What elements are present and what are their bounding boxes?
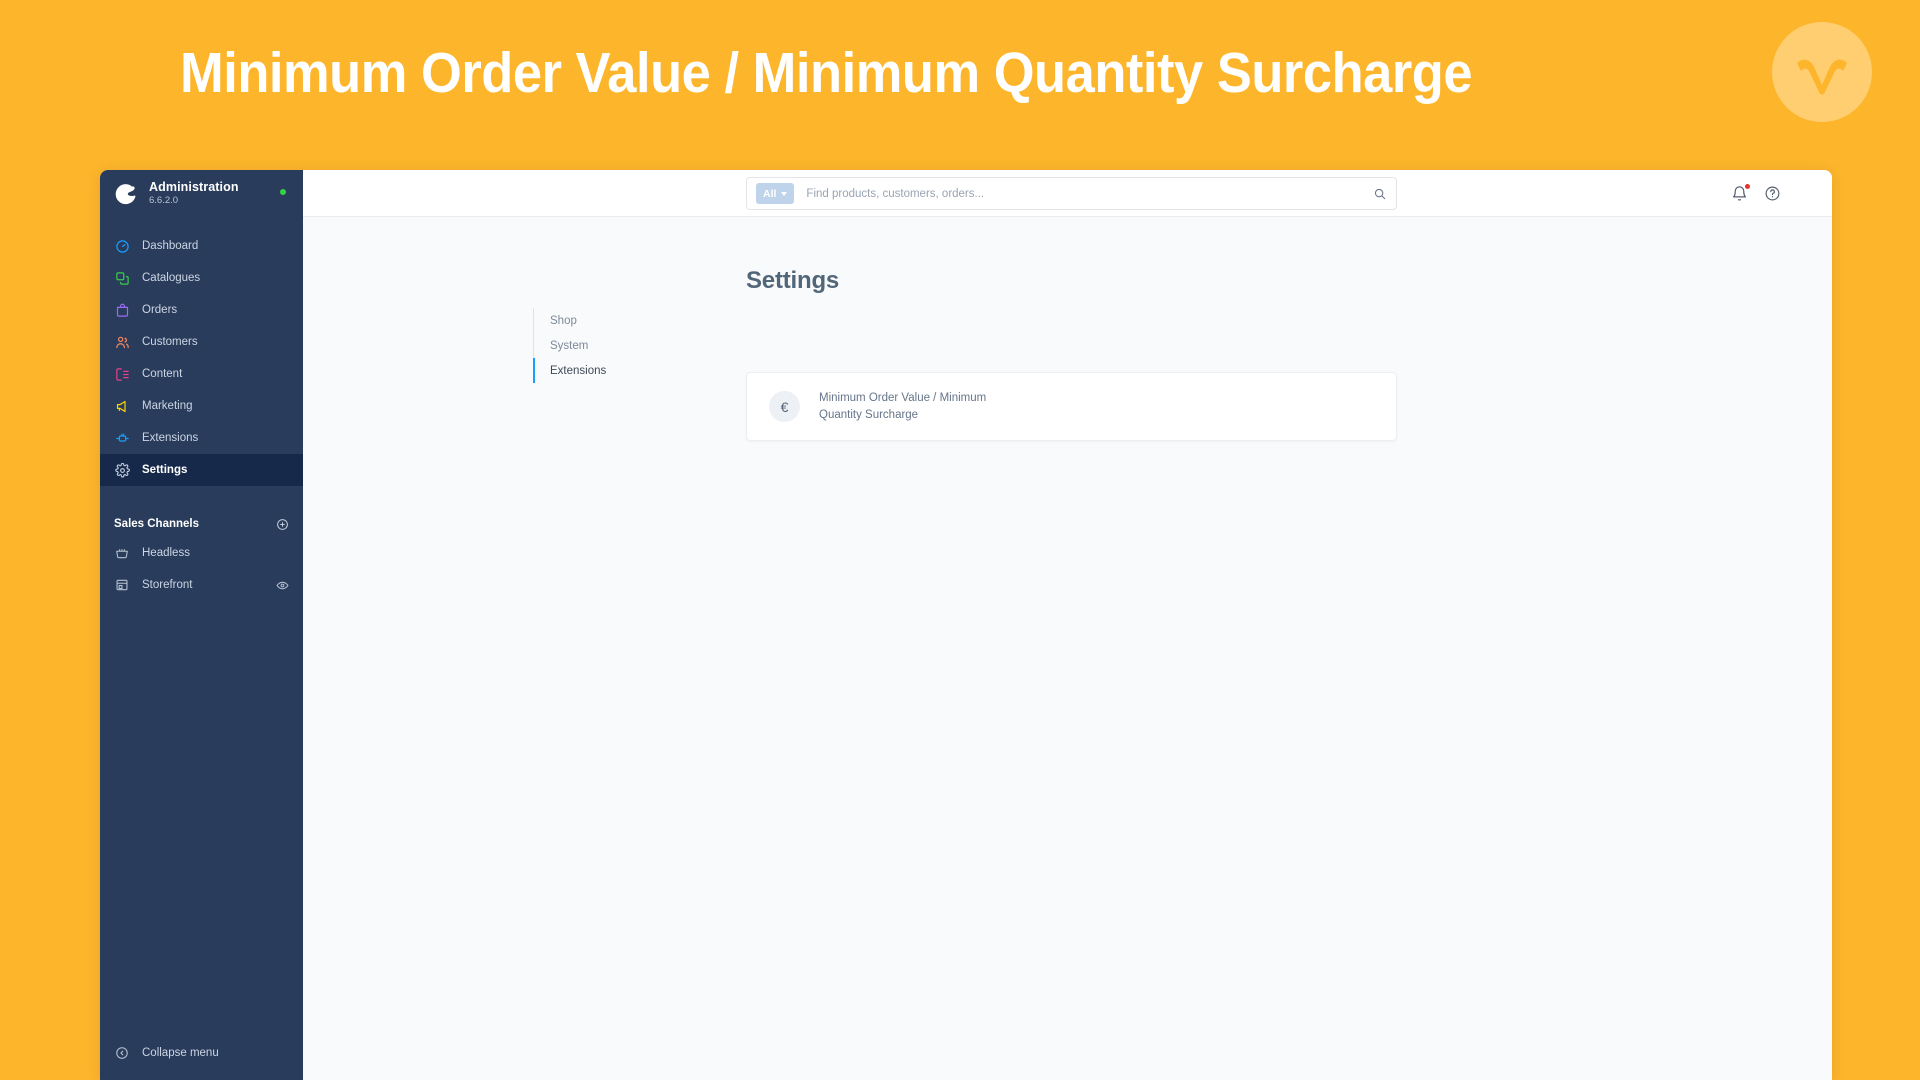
- euro-glyph: €: [780, 398, 789, 415]
- global-search-bar[interactable]: All: [746, 177, 1397, 210]
- sales-channels-heading: Sales Channels: [100, 511, 303, 537]
- banner-title: Minimum Order Value / Minimum Quantity S…: [180, 41, 1473, 105]
- sidebar: Administration 6.6.2.0 Dashboard Catalog…: [100, 170, 303, 1080]
- topbar: All: [303, 170, 1832, 217]
- card-label-line2: Quantity Surcharge: [819, 408, 919, 421]
- settings-page: Settings Shop System Extensions € Minimu…: [303, 217, 1832, 1080]
- promo-banner: Minimum Order Value / Minimum Quantity S…: [0, 0, 1920, 170]
- sidebar-item-orders[interactable]: Orders: [100, 294, 303, 326]
- tab-label: Extensions: [550, 364, 607, 377]
- sidebar-item-label: Orders: [142, 304, 178, 316]
- search-icon[interactable]: [1373, 187, 1387, 201]
- sales-channel-label: Storefront: [142, 579, 193, 591]
- sidebar-header[interactable]: Administration 6.6.2.0: [100, 170, 303, 217]
- sidebar-item-marketing[interactable]: Marketing: [100, 390, 303, 422]
- admin-window: Administration 6.6.2.0 Dashboard Catalog…: [100, 170, 1832, 1080]
- sidebar-item-label: Catalogues: [142, 272, 201, 284]
- tab-extensions[interactable]: Extensions: [533, 358, 693, 383]
- collapse-menu-label: Collapse menu: [142, 1047, 219, 1059]
- sidebar-item-extensions[interactable]: Extensions: [100, 422, 303, 454]
- extensions-plug-icon: [114, 430, 130, 446]
- chevron-left-circle-icon: [114, 1045, 130, 1061]
- orders-bag-icon: [114, 302, 130, 318]
- sales-channel-headless[interactable]: Headless: [100, 537, 303, 569]
- shopware-logo-icon: [115, 183, 136, 204]
- sidebar-item-content[interactable]: Content: [100, 358, 303, 390]
- sidebar-item-label: Customers: [142, 336, 198, 348]
- tab-system[interactable]: System: [533, 333, 693, 358]
- chevron-down-icon: [781, 191, 788, 196]
- sidebar-item-label: Marketing: [142, 400, 193, 412]
- tab-label: System: [550, 339, 589, 352]
- search-scope-selector[interactable]: All: [756, 183, 795, 204]
- search-input[interactable]: [806, 187, 1373, 200]
- extension-card-label: Minimum Order Value / Minimum Quantity S…: [819, 390, 986, 423]
- add-sales-channel-button[interactable]: [275, 517, 289, 531]
- euro-currency-icon: €: [769, 391, 800, 422]
- collapse-menu-button[interactable]: Collapse menu: [100, 1038, 303, 1068]
- sidebar-item-customers[interactable]: Customers: [100, 326, 303, 358]
- tab-shop[interactable]: Shop: [533, 308, 693, 333]
- brand-logo: [1772, 22, 1872, 122]
- sidebar-title: Administration: [149, 179, 239, 194]
- storefront-shop-icon: [114, 577, 130, 593]
- sales-channels-label: Sales Channels: [114, 518, 200, 530]
- catalogue-copy-icon: [114, 270, 130, 286]
- tab-label: Shop: [550, 314, 577, 327]
- marketing-megaphone-icon: [114, 398, 130, 414]
- eye-icon[interactable]: [276, 579, 289, 592]
- card-label-line1: Minimum Order Value / Minimum: [819, 391, 987, 404]
- sidebar-version: 6.6.2.0: [149, 194, 179, 206]
- sidebar-nav-list: Dashboard Catalogues Orders Customers Co…: [100, 230, 303, 486]
- status-indicator-dot: [280, 189, 286, 195]
- extension-settings-card[interactable]: € Minimum Order Value / Minimum Quantity…: [746, 372, 1397, 441]
- sidebar-item-label: Content: [142, 368, 183, 380]
- notification-badge: [1744, 183, 1751, 190]
- wave-w-logo-icon: [1797, 59, 1847, 95]
- topbar-actions: [1730, 170, 1782, 217]
- customers-people-icon: [114, 334, 130, 350]
- sales-channel-label: Headless: [142, 547, 190, 559]
- sidebar-item-catalogues[interactable]: Catalogues: [100, 262, 303, 294]
- sidebar-item-label: Settings: [142, 464, 188, 476]
- dashboard-gauge-icon: [114, 238, 130, 254]
- sidebar-item-dashboard[interactable]: Dashboard: [100, 230, 303, 262]
- sidebar-item-label: Extensions: [142, 432, 199, 444]
- sidebar-item-label: Dashboard: [142, 240, 199, 252]
- settings-gear-icon: [114, 462, 130, 478]
- sidebar-item-settings[interactable]: Settings: [100, 454, 303, 486]
- main-area: All Settings: [303, 170, 1832, 1080]
- notifications-button[interactable]: [1730, 183, 1751, 203]
- settings-tab-list: Shop System Extensions: [533, 308, 693, 383]
- sales-channel-storefront[interactable]: Storefront: [100, 569, 303, 601]
- page-title: Settings: [746, 267, 840, 294]
- content-layout-icon: [114, 366, 130, 382]
- search-scope-label: All: [763, 187, 777, 200]
- help-button[interactable]: [1763, 184, 1782, 203]
- headless-basket-icon: [114, 545, 130, 561]
